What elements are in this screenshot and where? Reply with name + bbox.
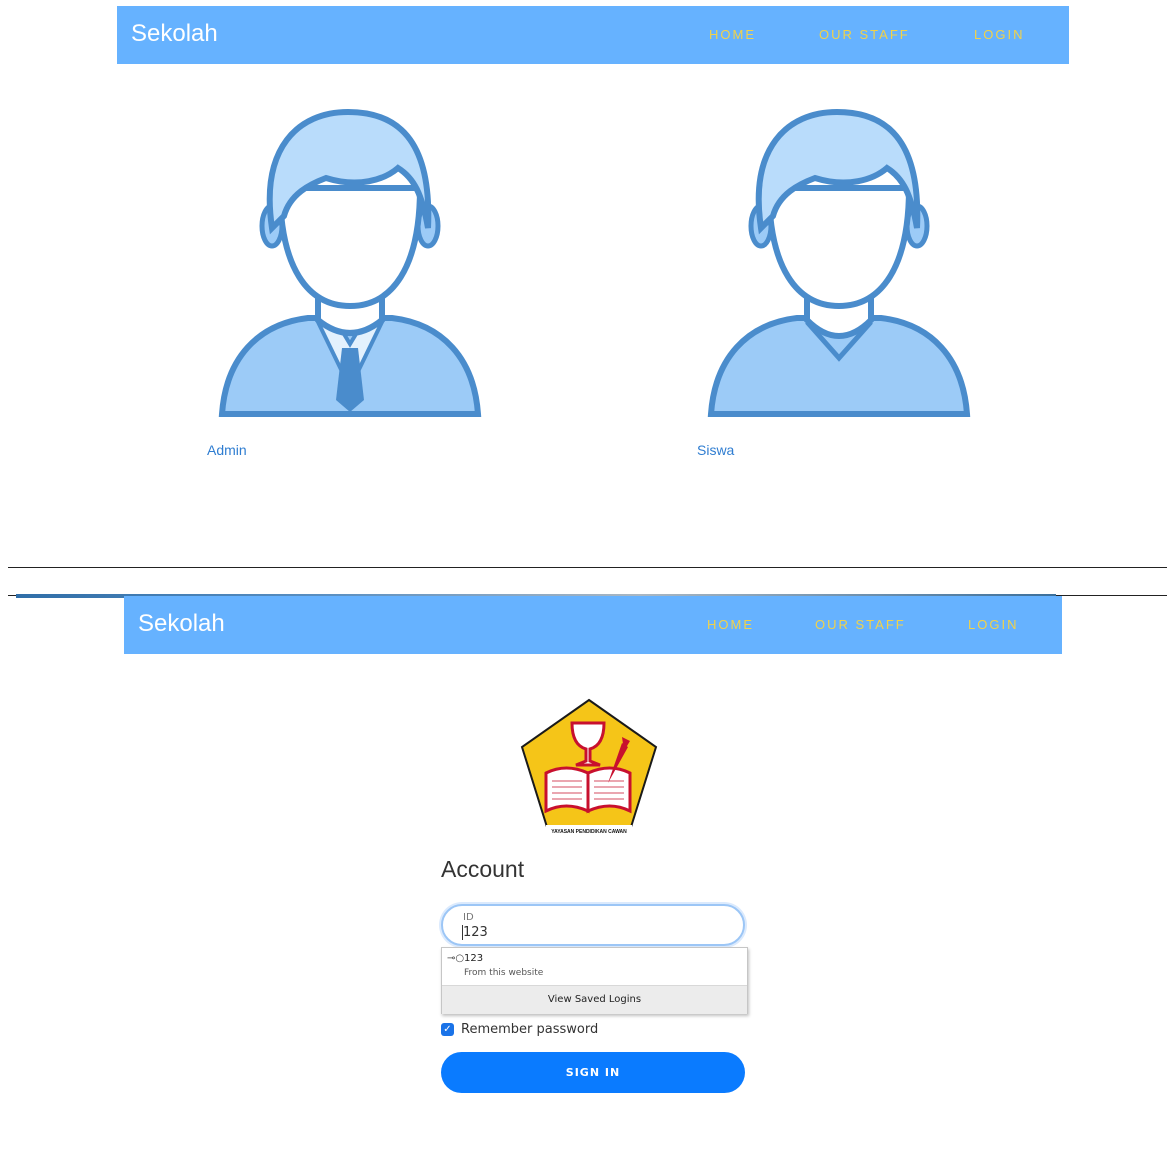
brand-link[interactable]: Sekolah: [138, 610, 225, 638]
bottom-navbar: Sekolah HOME OUR STAFF LOGIN: [124, 596, 1062, 654]
student-avatar-icon[interactable]: [707, 108, 971, 420]
remember-password-label: Remember password: [461, 1021, 599, 1037]
admin-avatar-icon[interactable]: [218, 108, 482, 420]
saved-login-dropdown: ⊸○ 123 From this website View Saved Logi…: [441, 947, 748, 1014]
key-icon: ⊸○: [447, 953, 465, 964]
saved-login-item[interactable]: ⊸○ 123 From this website: [442, 948, 747, 985]
nav-our-staff-link[interactable]: OUR STAFF: [815, 617, 906, 632]
saved-login-source: From this website: [464, 968, 544, 978]
id-input[interactable]: ID 123: [441, 904, 745, 946]
saved-login-username: 123: [464, 953, 484, 964]
view-saved-logins-button[interactable]: View Saved Logins: [442, 985, 747, 1014]
nav-home-link[interactable]: HOME: [709, 27, 756, 42]
nav-login-link[interactable]: LOGIN: [974, 27, 1024, 42]
sign-in-button[interactable]: SIGN IN: [441, 1052, 745, 1093]
screenshot-divider: [8, 567, 1167, 568]
id-value[interactable]: 123: [463, 925, 488, 940]
admin-role-link[interactable]: Admin: [207, 442, 247, 458]
account-title: Account: [441, 856, 525, 882]
student-role-link[interactable]: Siswa: [697, 442, 734, 458]
nav-home-link[interactable]: HOME: [707, 617, 754, 632]
school-emblem-icon: YAYASAN PENDIDIKAN CAWAN: [520, 698, 658, 836]
top-navbar: Sekolah HOME OUR STAFF LOGIN: [117, 6, 1069, 64]
remember-password-checkbox[interactable]: ✓ Remember password: [441, 1020, 598, 1038]
check-icon[interactable]: ✓: [441, 1022, 454, 1036]
nav-login-link[interactable]: LOGIN: [968, 617, 1018, 632]
emblem-caption: YAYASAN PENDIDIKAN CAWAN: [551, 829, 627, 835]
nav-our-staff-link[interactable]: OUR STAFF: [819, 27, 910, 42]
id-label: ID: [463, 912, 474, 923]
brand-link[interactable]: Sekolah: [131, 20, 218, 48]
